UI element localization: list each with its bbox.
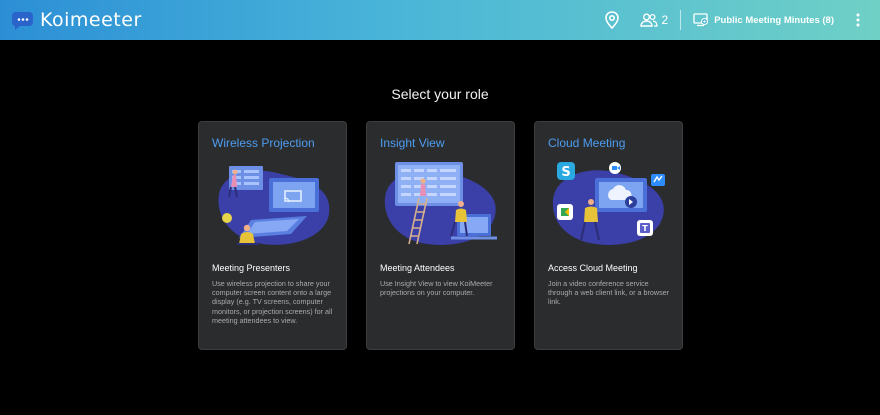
participants-button[interactable]: 2 <box>639 13 669 27</box>
meeting-room-button[interactable]: Public Meeting Minutes (8) <box>693 13 834 27</box>
app-name: Koimeeter <box>40 9 142 31</box>
top-bar: Koimeeter 2 Public Meeting Minutes (8) <box>0 0 880 40</box>
location-pin-icon <box>604 11 619 29</box>
page-title: Select your role <box>391 86 489 102</box>
card-description: Use wireless projection to share your co… <box>212 279 333 325</box>
meeting-title: Public Meeting Minutes (8) <box>714 14 834 26</box>
card-description: Join a video conference service through … <box>548 279 670 307</box>
role-card-wireless-projection[interactable]: Wireless Projection Meeting Presenters U… <box>198 121 347 350</box>
header-divider <box>680 10 682 30</box>
wireless-projection-illustration <box>218 166 330 245</box>
koi-logo-icon <box>12 12 33 30</box>
participant-count: 2 <box>661 13 669 27</box>
card-title: Insight View <box>380 136 445 150</box>
role-card-cloud-meeting[interactable]: Cloud Meeting S T Access Cloud Meeting J… <box>534 121 683 350</box>
svg-text:S: S <box>561 165 570 180</box>
more-options-button[interactable] <box>852 11 864 29</box>
people-icon <box>639 13 658 27</box>
location-button[interactable] <box>602 10 622 30</box>
cloud-meeting-illustration: S T <box>552 162 665 245</box>
app-logo[interactable]: Koimeeter <box>12 9 142 31</box>
card-subtitle: Meeting Presenters <box>212 263 291 273</box>
card-title: Cloud Meeting <box>548 136 626 150</box>
role-card-insight-view[interactable]: Insight View Meeting Attendees Use Insig… <box>366 121 515 350</box>
svg-text:T: T <box>642 224 648 233</box>
card-subtitle: Meeting Attendees <box>380 263 455 273</box>
insight-view-illustration <box>384 162 497 245</box>
meeting-room-icon <box>693 13 709 27</box>
card-description: Use Insight View to view KoiMeeter proje… <box>380 279 493 298</box>
card-title: Wireless Projection <box>212 136 315 150</box>
more-vert-icon <box>856 13 860 27</box>
card-subtitle: Access Cloud Meeting <box>548 263 638 273</box>
